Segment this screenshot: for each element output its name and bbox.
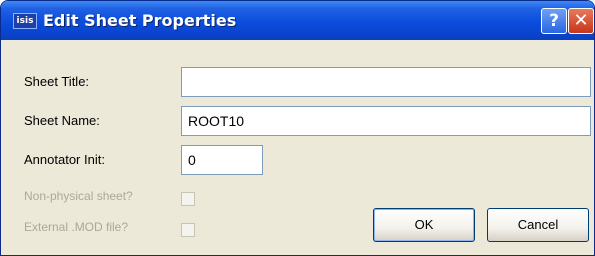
annotator-init-label: Annotator Init: — [24, 152, 105, 167]
title-bar[interactable]: isis Edit Sheet Properties ? ✕ — [1, 1, 594, 40]
help-icon: ? — [549, 11, 559, 31]
sheet-name-input[interactable] — [181, 106, 591, 136]
app-icon: isis — [13, 13, 37, 29]
non-physical-sheet-label: Non-physical sheet? — [24, 189, 133, 203]
external-mod-file-checkbox[interactable] — [181, 223, 195, 237]
annotator-init-input[interactable] — [181, 145, 263, 175]
sheet-name-label: Sheet Name: — [24, 113, 100, 128]
dialog-title: Edit Sheet Properties — [43, 11, 237, 30]
edit-sheet-properties-dialog: isis Edit Sheet Properties ? ✕ Sheet Tit… — [0, 0, 595, 256]
cancel-button-label: Cancel — [517, 217, 559, 232]
ok-button-label: OK — [414, 217, 434, 232]
sheet-title-label: Sheet Title: — [24, 74, 90, 89]
non-physical-sheet-checkbox[interactable] — [181, 192, 195, 206]
ok-button[interactable]: OK — [373, 208, 475, 242]
close-icon: ✕ — [573, 10, 589, 31]
close-button[interactable]: ✕ — [568, 8, 594, 34]
external-mod-file-label: External .MOD file? — [24, 220, 129, 234]
help-button[interactable]: ? — [541, 8, 567, 34]
cancel-button[interactable]: Cancel — [487, 208, 589, 242]
sheet-title-input[interactable] — [181, 67, 591, 97]
